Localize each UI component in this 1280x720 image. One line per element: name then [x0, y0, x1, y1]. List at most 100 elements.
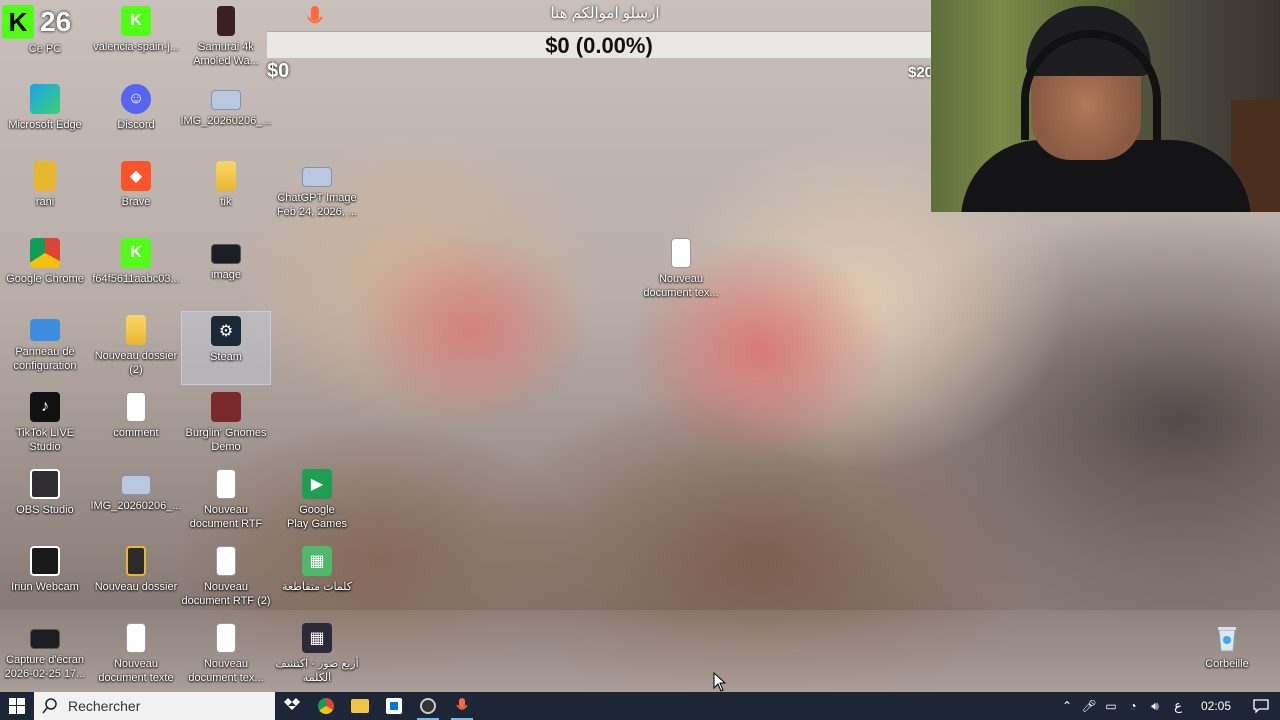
desktop-icon-pics[interactable]: ▦ أربع صور - اكتشف الكلمة: [272, 619, 362, 693]
desktop-icon-image[interactable]: image: [181, 234, 271, 308]
desktop-icon-ce-pc[interactable]: Ce PC: [0, 2, 90, 76]
chevron-up-icon: ⌃: [1061, 699, 1073, 713]
desktop-icon-discord[interactable]: ☺ Discord: [91, 80, 181, 154]
play-games-icon: ▶: [302, 469, 332, 499]
show-hidden-icons-button[interactable]: ⌃: [1056, 692, 1078, 720]
donation-goal-title: ارسلو اموالكم هنا: [550, 5, 660, 22]
taskbar-app-store[interactable]: [377, 692, 411, 720]
desktop-icon-panneau[interactable]: Panneau de configuration: [0, 311, 90, 385]
obs-icon: [30, 469, 60, 499]
text-document-icon: [671, 238, 691, 268]
desktop-icon-f64[interactable]: K f64f5611aabc03...: [91, 234, 181, 308]
desktop-icon-label: أربع صور - اكتشف الكلمة: [275, 658, 359, 684]
taskbar-clock[interactable]: 02:05: [1190, 699, 1242, 713]
system-tray: ⌃ 🎤︎ ▭ ◔ 🔊︎ ع 02:05: [1056, 692, 1280, 720]
desktop-icon-txt1[interactable]: Nouveau document texte: [91, 619, 181, 693]
desktop-icon-label: Nouveau document tex...: [188, 658, 264, 684]
desktop-icon-label: Nouveau document texte: [98, 658, 174, 684]
folder-icon: [126, 315, 146, 345]
input-language-indicator[interactable]: ع: [1166, 698, 1190, 714]
desktop-icon-tik[interactable]: tik: [181, 157, 271, 231]
tidal-icon: [284, 698, 300, 710]
desktop-icon-txt2[interactable]: Nouveau document tex...: [181, 619, 271, 693]
desktop-icon-label: Burglin' Gnomes Demo: [185, 427, 267, 453]
desktop-icon-label: Capture d'écran 2026-02-25 17...: [4, 654, 86, 680]
desktop-icon-label: Nouveau dossier (2): [94, 350, 178, 376]
desktop-icon-label: tik: [220, 196, 232, 208]
desktop-icon-img1[interactable]: IMG_20260206_...: [180, 80, 272, 154]
game-icon: ▦: [302, 623, 332, 653]
desktop-icon-label: ChatGPT Image Feb 24, 2026, ...: [276, 192, 358, 218]
taskbar-app-chrome[interactable]: [309, 692, 343, 720]
tray-microphone-icon[interactable]: 🎤︎: [1078, 692, 1100, 720]
desktop-icon-rtf1[interactable]: Nouveau document RTF: [181, 465, 271, 539]
taskbar-app-tidal[interactable]: [275, 692, 309, 720]
desktop-icon-brave[interactable]: ◆ Brave: [91, 157, 181, 231]
search-icon: [42, 698, 57, 714]
desktop-icon-edge[interactable]: Microsoft Edge: [0, 80, 90, 154]
webcam-icon: [30, 546, 60, 576]
taskbar: Rechercher ⌃ 🎤︎ ▭ ◔ 🔊︎ ع 02:05: [0, 692, 1280, 720]
desktop-icon-burglin[interactable]: Burglin' Gnomes Demo: [181, 388, 271, 462]
desktop-icon-img2[interactable]: IMG_20260206_...: [90, 465, 182, 539]
desktop-icon-rtf2[interactable]: Nouveau document RTF (2): [181, 542, 271, 616]
desktop-icon-label: image: [211, 269, 241, 281]
chrome-icon: [318, 698, 334, 714]
desktop-icon-label: Nouveau document RTF: [189, 504, 263, 530]
desktop-icon-nouveau[interactable]: Nouveau dossier: [91, 542, 181, 616]
desktop-icon-label: Panneau de configuration: [13, 346, 77, 372]
screenshot-file-icon: [30, 629, 60, 649]
microphone-icon: [307, 6, 323, 24]
donation-max-label: $20: [908, 64, 930, 81]
desktop-icon-words[interactable]: ▦ كلمات متقاطعة: [272, 542, 362, 616]
battery-icon[interactable]: ▭: [1100, 692, 1122, 720]
edge-icon: [30, 84, 60, 114]
chrome-icon: [30, 238, 60, 268]
taskbar-app-file-explorer[interactable]: [343, 692, 377, 720]
kick-icon: K: [121, 238, 151, 268]
image-file-icon: [211, 90, 241, 110]
desktop-icon-label: Steam: [210, 351, 242, 363]
desktop-icon-label: كلمات متقاطعة: [281, 581, 353, 593]
image-file-icon: [302, 167, 332, 187]
desktop-icon-label: Ce PC: [28, 43, 62, 55]
desktop-icon-label: rani: [35, 196, 55, 208]
desktop-icon-bin[interactable]: Corbeille: [1182, 619, 1272, 693]
taskbar-app-obs[interactable]: [411, 692, 445, 720]
action-center-button[interactable]: [1242, 692, 1280, 720]
desktop-icon-label: Brave: [121, 196, 151, 208]
windows-logo-icon: [9, 698, 25, 714]
desktop-icon-label: Iriun Webcam: [11, 581, 79, 593]
tiktok-icon: ♪: [30, 392, 60, 422]
desktop-icon-tiktok[interactable]: ♪ TikTok LIVE Studio: [0, 388, 90, 462]
screenshot-file-icon: [211, 244, 241, 264]
wifi-icon[interactable]: ◔: [1122, 692, 1144, 720]
desktop-icon-capture[interactable]: Capture d'écran 2026-02-25 17...: [0, 619, 90, 693]
desktop-icon-label: TikTok LIVE Studio: [15, 427, 75, 453]
desktop-icon-label: comment: [113, 427, 159, 439]
volume-icon[interactable]: 🔊︎: [1144, 692, 1166, 720]
mouse-cursor-icon: [713, 672, 727, 692]
steam-icon: ⚙: [211, 316, 241, 346]
desktop-icon-label: Corbeille: [1205, 658, 1249, 670]
desktop-icon-steam[interactable]: ⚙ Steam: [181, 311, 271, 385]
desktop-icon-chatgpt[interactable]: ChatGPT Image Feb 24, 2026, ...: [272, 157, 362, 231]
desktop-icon-obs[interactable]: OBS Studio: [0, 465, 90, 539]
desktop-icon-valencia[interactable]: K valencia-spain-j...: [91, 2, 181, 76]
desktop-icon-comment[interactable]: comment: [91, 388, 181, 462]
taskbar-app-microphone[interactable]: [445, 692, 479, 720]
rtf-document-icon: [216, 546, 236, 576]
desktop-icon-nouveau2[interactable]: Nouveau dossier (2): [91, 311, 181, 385]
desktop-icon-gplay[interactable]: ▶ Google Play Games: [272, 465, 362, 539]
desktop-icon-iriun[interactable]: Iriun Webcam: [0, 542, 90, 616]
desktop-icon-samurai[interactable]: Samurai 4k Amoled Wa...: [181, 2, 271, 76]
desktop-icon-chrome[interactable]: Google Chrome: [0, 234, 90, 308]
desktop-icon-rani[interactable]: rani: [0, 157, 90, 231]
desktop-icon-label: Microsoft Edge: [8, 119, 82, 131]
start-button[interactable]: [0, 692, 34, 720]
desktop-icon-txt3[interactable]: Nouveau document tex...: [636, 234, 726, 308]
desktop-icon-label: Nouveau dossier: [94, 581, 178, 593]
taskbar-search-box[interactable]: Rechercher: [34, 692, 275, 720]
game-icon: [211, 392, 241, 422]
desktop-icon-label: IMG_20260206_...: [90, 500, 182, 512]
